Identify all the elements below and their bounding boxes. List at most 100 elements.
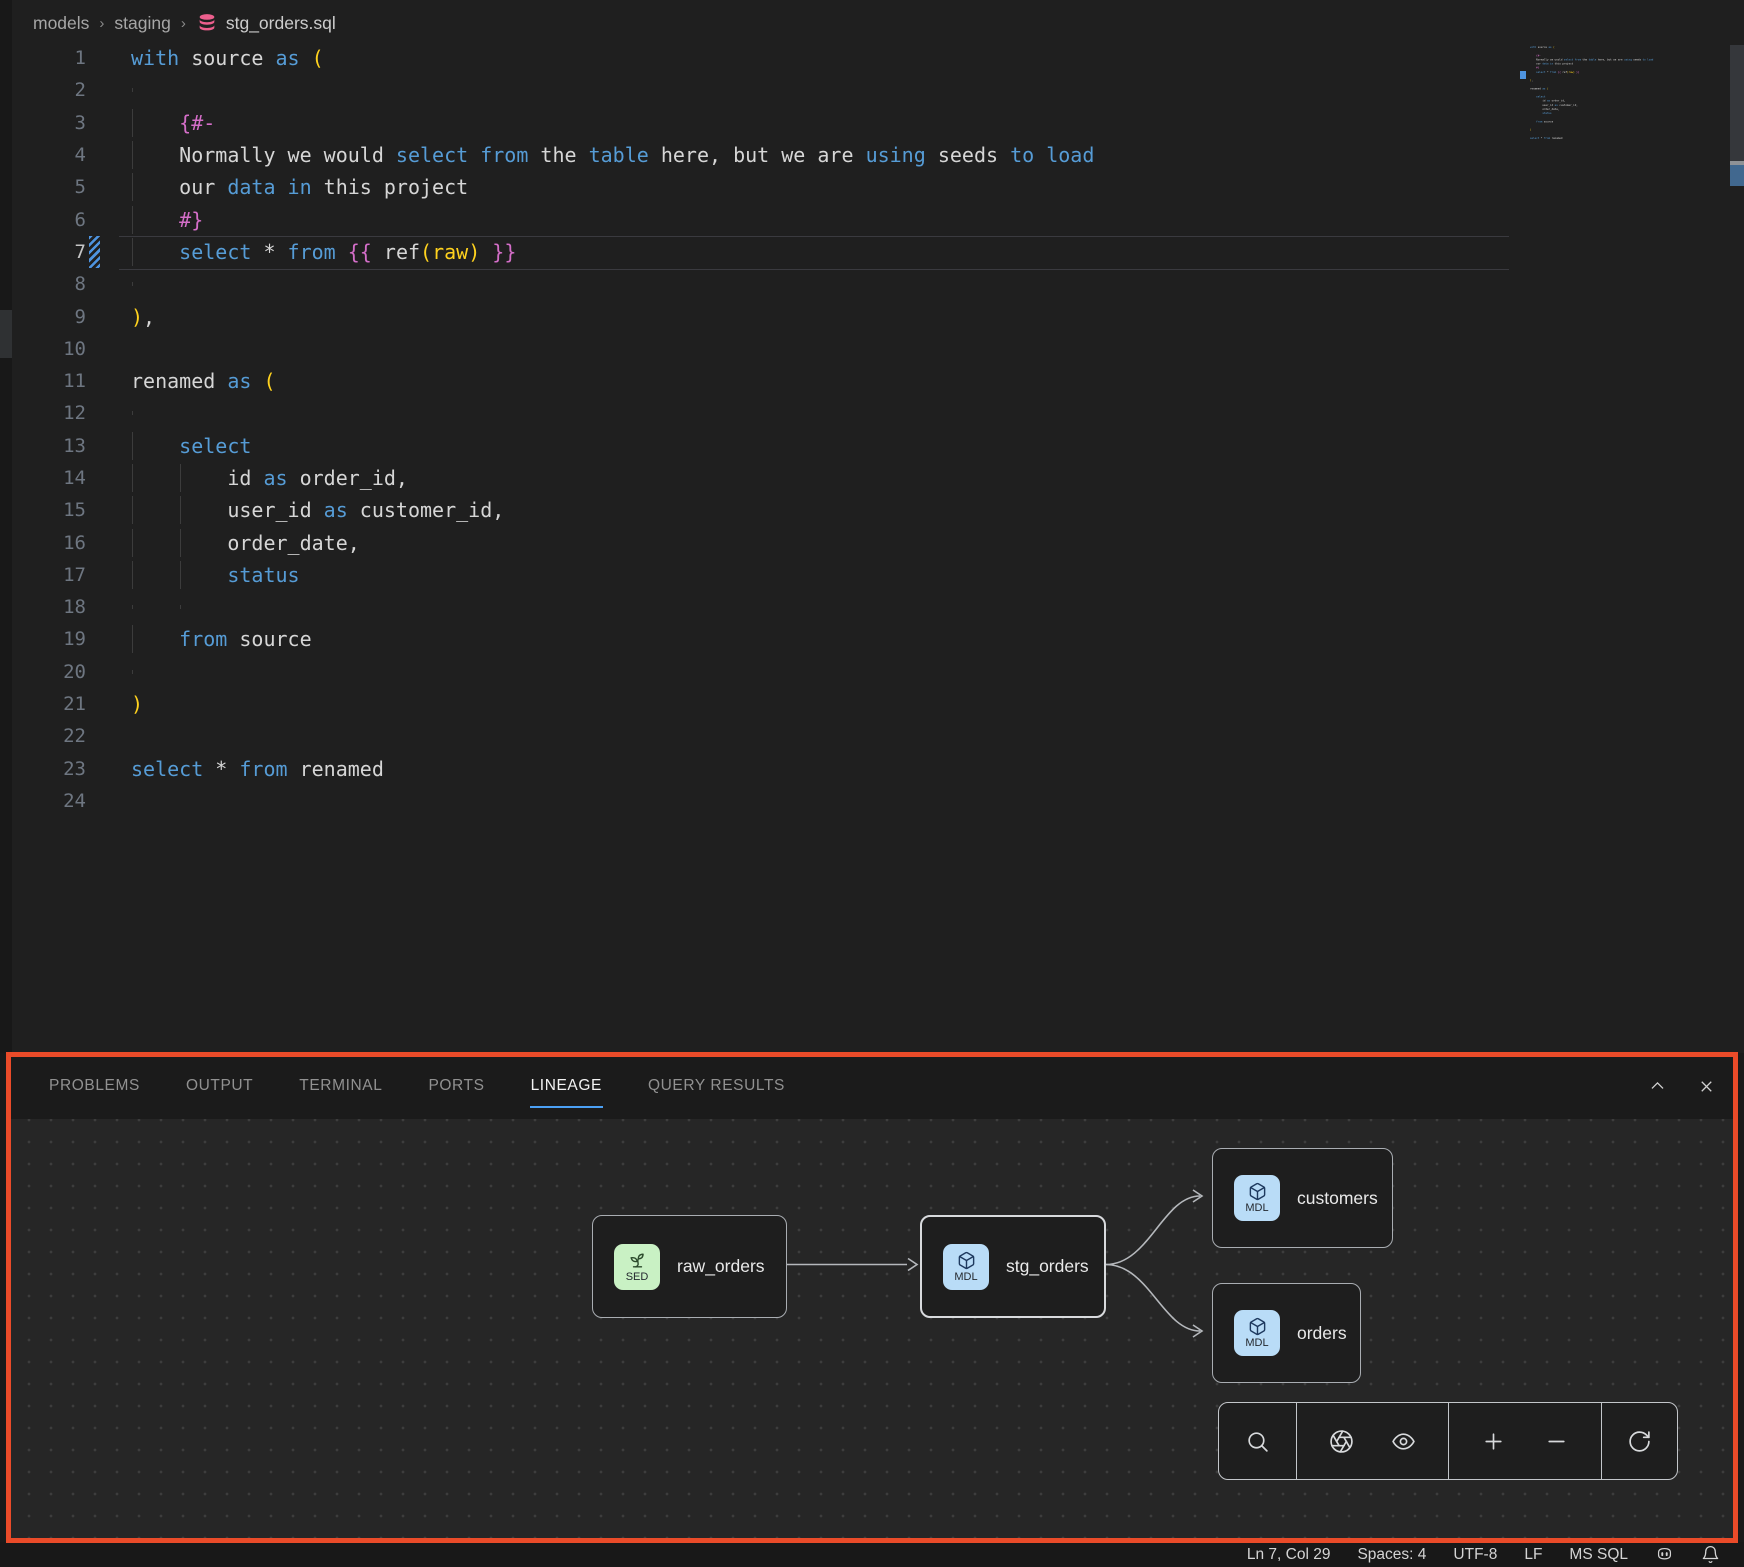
code-line[interactable]: 3 {#- [12, 107, 1512, 139]
indent-guide [132, 109, 133, 137]
code-text: ), [131, 305, 155, 329]
tab-query-results[interactable]: QUERY RESULTS [648, 1053, 785, 1119]
code-line[interactable]: 21) [12, 688, 1512, 720]
code-line[interactable]: 18 [12, 591, 1512, 623]
code-line[interactable]: 14 id as order_id, [12, 462, 1512, 494]
indent-guide [132, 173, 133, 201]
code-line[interactable]: 1with source as ( [12, 42, 1512, 74]
indent-guide [180, 464, 181, 492]
indent-guide [132, 561, 133, 589]
indent-guide [132, 238, 133, 266]
line-number: 5 [12, 176, 86, 198]
code-line[interactable]: 13 select [12, 430, 1512, 462]
visibility-button[interactable] [1386, 1423, 1422, 1459]
indent-guide [132, 411, 133, 415]
code-line[interactable]: 17 status [12, 559, 1512, 591]
code-line[interactable]: 7 select * from {{ ref(raw) }} [12, 236, 1512, 268]
tab-lineage[interactable]: LINEAGE [531, 1053, 602, 1119]
gutter-spacer [89, 42, 100, 74]
modified-line-marker [89, 236, 100, 268]
code-area[interactable]: 1with source as (23 {#-4 Normally we wou… [12, 42, 1512, 817]
gutter-spacer [89, 753, 100, 785]
refresh-button[interactable] [1622, 1423, 1658, 1459]
indent-guide [180, 561, 181, 589]
tab-ports[interactable]: PORTS [428, 1053, 484, 1119]
code-text: ) [131, 692, 143, 716]
code-text: select * from renamed [131, 757, 384, 781]
copilot-icon[interactable] [1655, 1545, 1674, 1564]
line-number: 8 [12, 273, 86, 295]
file-name: stg_orders.sql [226, 13, 336, 34]
scrollbar[interactable] [1730, 45, 1744, 186]
breadcrumb-item-staging[interactable]: staging [114, 13, 170, 34]
badge-label: MDL [1245, 1337, 1268, 1349]
chevron-up-icon[interactable] [1648, 1077, 1667, 1096]
eol[interactable]: LF [1524, 1546, 1542, 1564]
code-text: id as order_id, [131, 466, 408, 490]
gutter-spacer [89, 139, 100, 171]
code-line[interactable]: 20 [12, 656, 1512, 688]
code-line[interactable]: 10 [12, 333, 1512, 365]
tab-terminal[interactable]: TERMINAL [299, 1053, 382, 1119]
indent-guide [132, 282, 133, 286]
code-line[interactable]: 16 order_date, [12, 526, 1512, 558]
line-number: 6 [12, 209, 86, 231]
side-handle[interactable] [0, 310, 12, 358]
gutter-spacer [89, 462, 100, 494]
code-line[interactable]: 2 [12, 74, 1512, 106]
code-line[interactable]: 22 [12, 720, 1512, 752]
tab-output[interactable]: OUTPUT [186, 1053, 253, 1119]
code-line[interactable]: 12 [12, 397, 1512, 429]
indentation[interactable]: Spaces: 4 [1357, 1546, 1426, 1564]
refresh-icon [1627, 1429, 1652, 1454]
line-number: 14 [12, 467, 86, 489]
activity-strip [0, 0, 12, 1053]
code-line[interactable]: 5 our data in this project [12, 171, 1512, 203]
code-line[interactable]: 24 [12, 785, 1512, 817]
badge-label: MDL [1245, 1202, 1268, 1214]
lineage-node-customers[interactable]: MDL customers [1212, 1148, 1393, 1248]
line-number: 4 [12, 144, 86, 166]
tab-problems[interactable]: PROBLEMS [49, 1053, 140, 1119]
zoom-out-icon [1544, 1429, 1569, 1454]
breadcrumb-separator: › [99, 15, 104, 32]
breadcrumb: models › staging › stg_orders.sql [33, 8, 336, 38]
zoom-in-button[interactable] [1476, 1423, 1512, 1459]
lineage-node-orders[interactable]: MDL orders [1212, 1283, 1361, 1383]
breadcrumb-file[interactable]: stg_orders.sql [196, 12, 336, 34]
code-line[interactable]: 6 #} [12, 203, 1512, 235]
indent-guide [132, 464, 133, 492]
line-number: 17 [12, 564, 86, 586]
line-number: 7 [12, 241, 86, 263]
breadcrumb-item-models[interactable]: models [33, 13, 89, 34]
code-text: select [131, 434, 251, 458]
aperture-button[interactable] [1323, 1423, 1359, 1459]
code-line[interactable]: 19 from source [12, 623, 1512, 655]
code-line[interactable]: 4 Normally we would select from the tabl… [12, 139, 1512, 171]
search-button[interactable] [1239, 1423, 1275, 1459]
minimap[interactable]: with source as ( {#- Normally we would s… [1530, 45, 1710, 155]
indent-guide [132, 141, 133, 169]
model-icon [1248, 1182, 1267, 1201]
code-line[interactable]: 11renamed as ( [12, 365, 1512, 397]
cursor-position[interactable]: Ln 7, Col 29 [1247, 1546, 1331, 1564]
panel-actions [1648, 1053, 1716, 1119]
code-line[interactable]: 9), [12, 300, 1512, 332]
gutter-spacer [89, 623, 100, 655]
code-line[interactable]: 8 [12, 268, 1512, 300]
code-line[interactable]: 15 user_id as customer_id, [12, 494, 1512, 526]
code-text: Normally we would select from the table … [131, 143, 1094, 167]
line-number: 22 [12, 725, 86, 747]
code-line[interactable]: 23select * from renamed [12, 753, 1512, 785]
gutter-spacer [89, 688, 100, 720]
close-icon[interactable] [1697, 1077, 1716, 1096]
lineage-node-stg-orders[interactable]: MDL stg_orders [920, 1215, 1106, 1318]
gutter-spacer [89, 430, 100, 462]
bell-icon[interactable] [1701, 1545, 1720, 1564]
model-icon [1248, 1317, 1267, 1336]
zoom-out-button[interactable] [1539, 1423, 1575, 1459]
language-mode[interactable]: MS SQL [1569, 1546, 1628, 1564]
encoding[interactable]: UTF-8 [1453, 1546, 1497, 1564]
gutter-spacer [89, 333, 100, 365]
lineage-node-raw-orders[interactable]: SED raw_orders [592, 1215, 787, 1318]
